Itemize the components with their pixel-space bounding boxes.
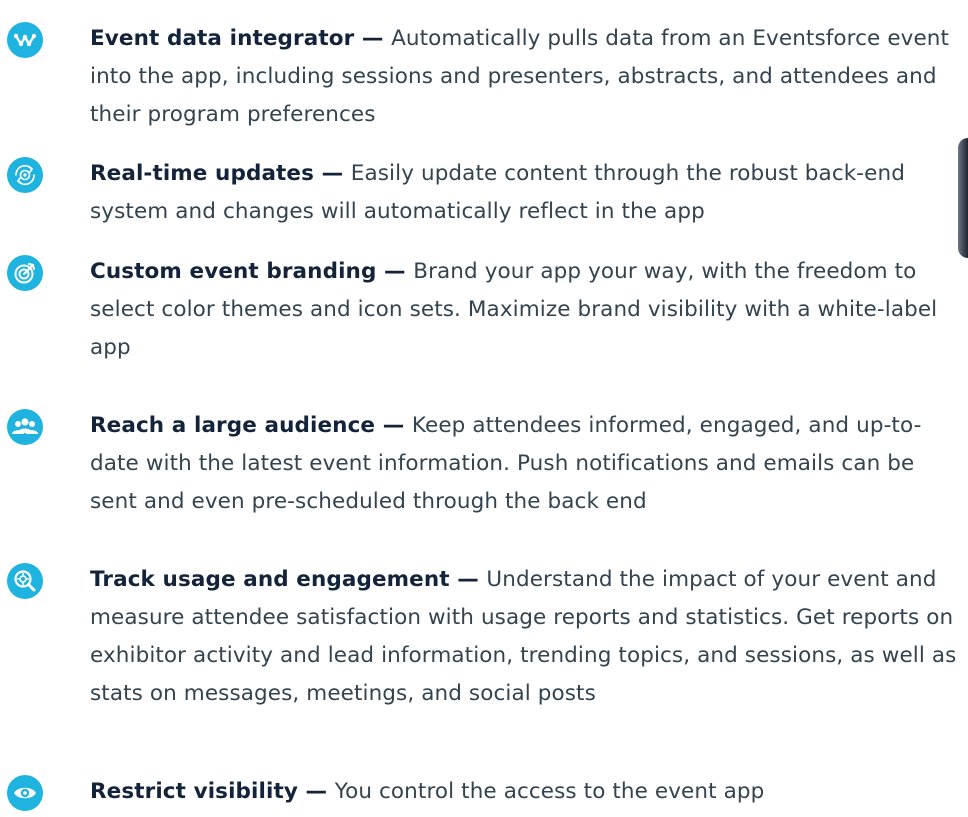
workflow-icon <box>7 22 43 58</box>
feature-description: You control the access to the event app <box>334 779 765 804</box>
feature-separator: — <box>314 161 351 186</box>
feature-separator: — <box>354 26 392 51</box>
gear-refresh-icon <box>7 157 43 193</box>
feature-text: Track usage and engagement — Understand … <box>90 561 968 713</box>
feature-text: Real-time updates — Easily update conten… <box>90 155 968 231</box>
feature-title: Restrict visibility <box>90 779 298 804</box>
feature-text: Event data integrator — Automatically pu… <box>90 20 968 134</box>
feature-title: Reach a large audience <box>90 413 376 438</box>
phone-device-edge <box>958 138 968 258</box>
magnifier-gear-icon <box>7 563 43 599</box>
group-icon <box>7 409 43 445</box>
feature-separator: — <box>376 259 414 284</box>
feature-text: Custom event branding — Brand your app y… <box>90 253 968 367</box>
feature-separator: — <box>297 779 335 804</box>
feature-text: Restrict visibility — You control the ac… <box>90 773 968 811</box>
feature-text: Reach a large audience — Keep attendees … <box>90 407 968 521</box>
eye-icon <box>7 775 43 811</box>
feature-title: Event data integrator <box>90 26 355 51</box>
feature-separator: — <box>449 567 487 592</box>
feature-title: Custom event branding <box>90 259 377 284</box>
feature-title: Real-time updates <box>90 161 315 186</box>
target-icon <box>7 255 43 291</box>
feature-separator: — <box>375 413 412 438</box>
feature-title: Track usage and engagement <box>90 567 450 592</box>
